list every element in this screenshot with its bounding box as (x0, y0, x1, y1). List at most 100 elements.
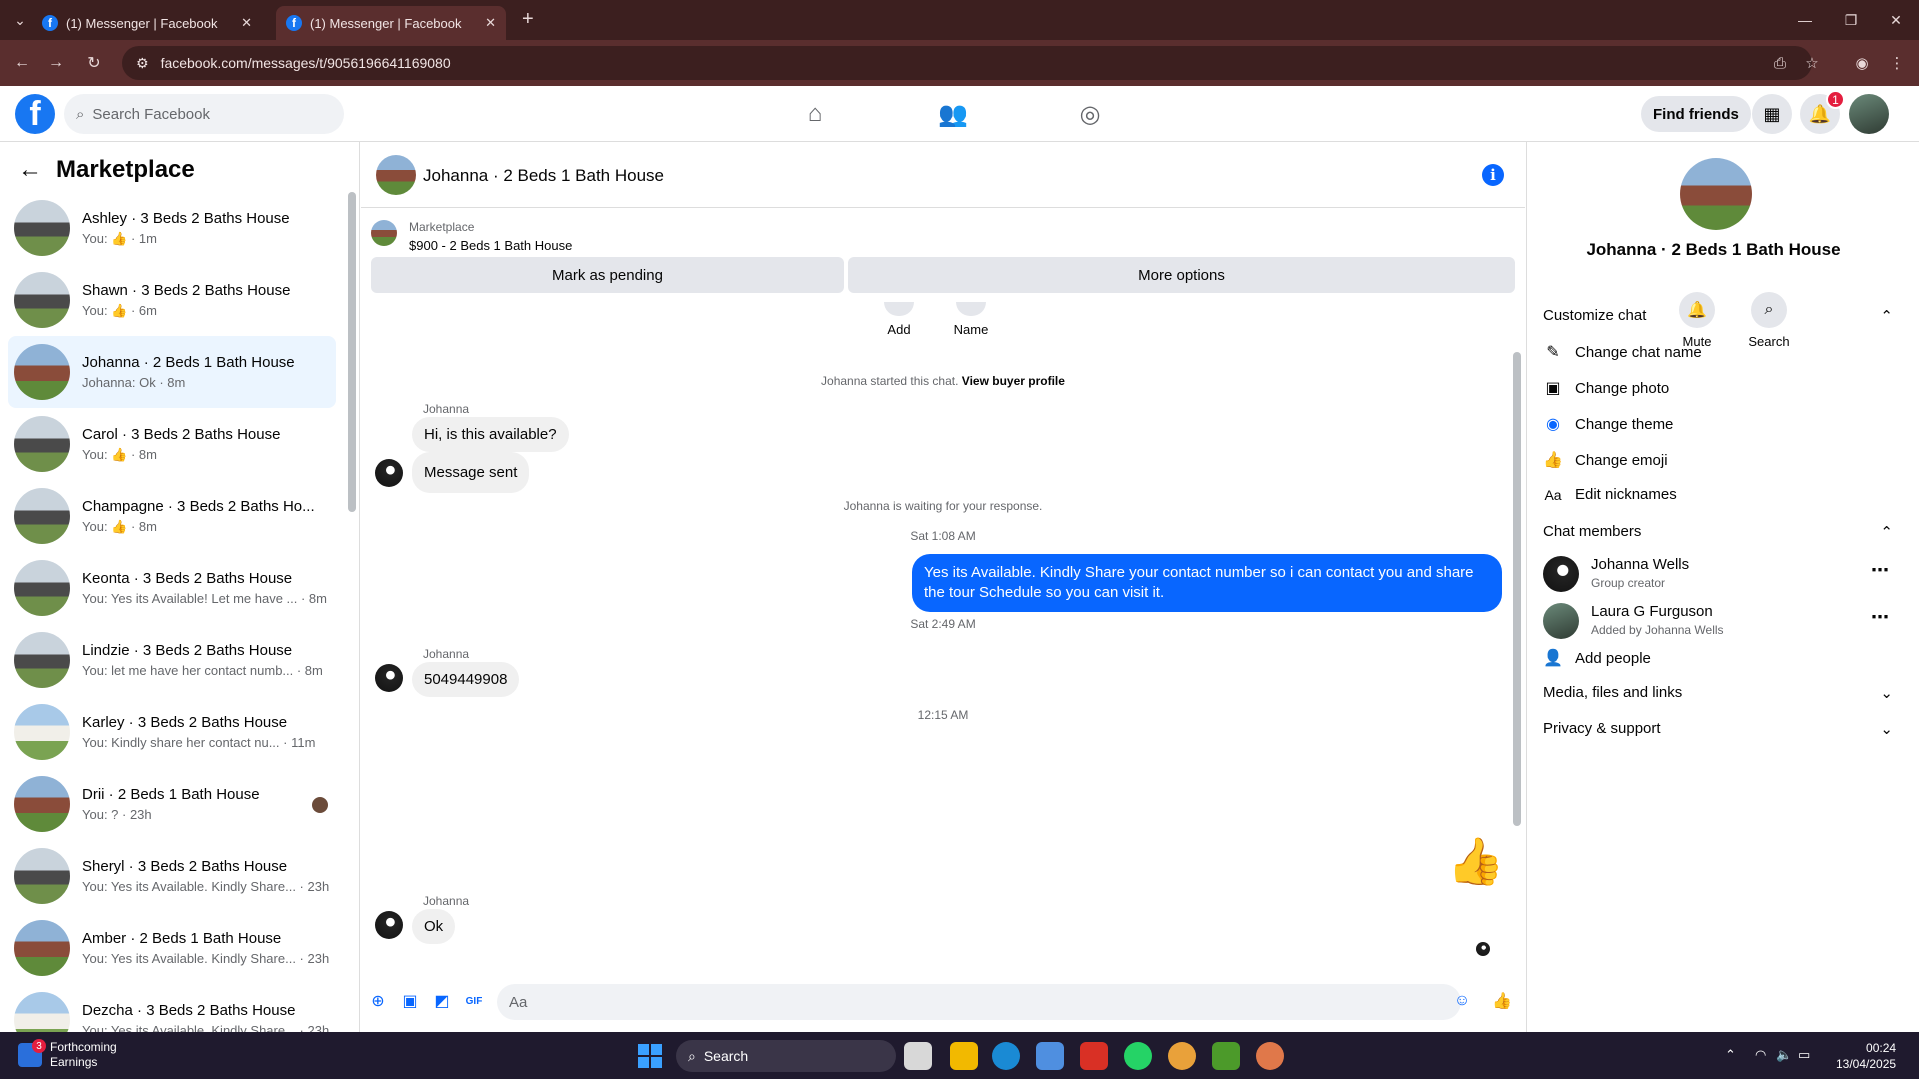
conversation-item[interactable]: Amber · 2 Beds 1 Bath House You: Yes its … (8, 912, 336, 984)
windows-start-icon[interactable] (638, 1044, 662, 1068)
edge-icon[interactable] (992, 1042, 1020, 1070)
conversation-item[interactable]: Drii · 2 Beds 1 Bath House You: ? · 23h (8, 768, 336, 840)
clock[interactable]: 00:24 13/04/2025 (1836, 1040, 1896, 1072)
sender-avatar[interactable] (375, 664, 403, 692)
conversation-item[interactable]: Ashley · 3 Beds 2 Baths House You: 👍 · 1m (8, 192, 336, 264)
groups-icon[interactable]: ◎ (1070, 94, 1110, 134)
more-options-button[interactable]: More options (848, 257, 1515, 293)
change-emoji-item[interactable]: 👍 Change emoji (1543, 450, 1668, 470)
customize-chat-section[interactable]: Customize chat ⌃ (1543, 307, 1893, 325)
outgoing-message[interactable]: Yes its Available. Kindly Share your con… (912, 554, 1502, 612)
conversation-item[interactable]: Johanna · 2 Beds 1 Bath House Johanna: Ok… (8, 336, 336, 408)
listing-price[interactable]: $900 - 2 Beds 1 Bath House (409, 238, 572, 253)
volume-icon[interactable]: 🔈 (1776, 1047, 1792, 1063)
taskbar-search[interactable]: ⌕ Search (676, 1040, 896, 1072)
friends-icon[interactable]: 👥 (933, 94, 973, 134)
conversation-item[interactable]: Keonta · 3 Beds 2 Baths House You: Yes it… (8, 552, 336, 624)
url-field[interactable]: ⚙ facebook.com/messages/t/90561966411690… (122, 46, 1812, 80)
forward-icon[interactable]: → (44, 51, 68, 75)
name-action[interactable]: Name (941, 302, 1001, 337)
media-app-icon[interactable] (1080, 1042, 1108, 1070)
attach-photo-icon[interactable]: ▣ (399, 990, 421, 1012)
wifi-icon[interactable]: ◠ (1755, 1047, 1766, 1063)
message-input[interactable]: Aa (497, 984, 1461, 1020)
thumbs-up-sticker-icon[interactable]: 👍 (1447, 834, 1504, 889)
tab-list-icon[interactable]: ⌄ (8, 8, 32, 32)
conversation-item[interactable]: Champagne · 3 Beds 2 Baths Ho... You: 👍 ·… (8, 480, 336, 552)
pencil-icon (956, 302, 986, 316)
conversation-item[interactable]: Shawn · 3 Beds 2 Baths House You: 👍 · 6m (8, 264, 336, 336)
new-tab-icon[interactable]: + (522, 8, 534, 31)
conversation-item[interactable]: Sheryl · 3 Beds 2 Baths House You: Yes it… (8, 840, 336, 912)
change-chat-name-item[interactable]: ✎ Change chat name (1543, 342, 1701, 362)
reload-icon[interactable]: ↻ (82, 51, 106, 75)
chat-photo[interactable] (1680, 158, 1752, 230)
browser-tab-1[interactable]: f (1) Messenger | Facebook ✕ (32, 6, 262, 40)
send-like-icon[interactable]: 👍 (1491, 990, 1513, 1012)
utorrent-icon[interactable] (1212, 1042, 1240, 1070)
plus-icon[interactable]: ⊕ (367, 990, 389, 1012)
chrome-profile-icon[interactable] (1256, 1042, 1284, 1070)
widgets-button[interactable]: 3 Forthcoming Earnings (18, 1039, 117, 1070)
back-icon[interactable]: ← (10, 51, 34, 75)
incoming-message[interactable]: Message sent (412, 452, 530, 493)
incoming-message[interactable]: 5049449908 (412, 662, 520, 697)
chrome-icon[interactable] (1168, 1042, 1196, 1070)
edit-nicknames-item[interactable]: Aa Edit nicknames (1543, 486, 1676, 503)
store-icon[interactable] (1036, 1042, 1064, 1070)
whatsapp-icon[interactable] (1124, 1042, 1152, 1070)
sender-avatar[interactable] (375, 911, 403, 939)
gif-icon[interactable]: GIF (463, 990, 485, 1012)
file-explorer-icon[interactable] (950, 1042, 978, 1070)
incoming-message[interactable]: Ok (412, 909, 456, 944)
conversation-item[interactable]: Carol · 3 Beds 2 Baths House You: 👍 · 8m (8, 408, 336, 480)
browser-menu-icon[interactable]: ⋮ (1885, 51, 1909, 75)
close-window-icon[interactable]: ✕ (1873, 6, 1919, 34)
menu-grid-icon[interactable]: ▦ (1752, 94, 1792, 134)
change-theme-item[interactable]: ◉ Change theme (1543, 414, 1673, 434)
file-icon[interactable] (904, 1042, 932, 1070)
mark-as-pending-button[interactable]: Mark as pending (371, 257, 844, 293)
add-people-item[interactable]: 👤 Add people (1543, 648, 1651, 668)
close-tab-icon[interactable]: ✕ (241, 15, 252, 31)
more-options-icon[interactable]: ⋯ (1871, 607, 1889, 628)
view-buyer-profile-link[interactable]: View buyer profile (962, 374, 1065, 388)
search-facebook-input[interactable]: ⌕ Search Facebook (64, 94, 344, 134)
chat-title[interactable]: Johanna · 2 Beds 1 Bath House (423, 166, 664, 186)
member-row[interactable]: Johanna Wells Group creator ⋯ (1543, 552, 1893, 596)
sender-avatar[interactable] (375, 459, 403, 487)
restore-icon[interactable]: ❐ (1828, 6, 1874, 34)
change-photo-item[interactable]: ▣ Change photo (1543, 378, 1669, 398)
member-row[interactable]: Laura G Furguson Added by Johanna Wells … (1543, 599, 1893, 643)
install-app-icon[interactable]: ⎙ (1768, 51, 1792, 75)
browser-tab-2[interactable]: f (1) Messenger | Facebook ✕ (276, 6, 506, 40)
home-icon[interactable]: ⌂ (795, 94, 835, 134)
sticker-icon[interactable]: ◩ (431, 990, 453, 1012)
facebook-logo-icon[interactable]: f (15, 94, 55, 134)
conversation-item[interactable]: Karley · 3 Beds 2 Baths House You: Kindly… (8, 696, 336, 768)
add-action[interactable]: Add (869, 302, 929, 337)
site-info-icon[interactable]: ⚙ (136, 55, 149, 72)
listing-thumbnail[interactable] (371, 220, 397, 246)
media-files-section[interactable]: Media, files and links ⌄ (1543, 684, 1893, 702)
chat-members-section[interactable]: Chat members ⌃ (1543, 523, 1893, 541)
battery-icon[interactable]: ▭ (1798, 1047, 1810, 1063)
find-friends-button[interactable]: Find friends (1641, 96, 1751, 132)
account-avatar[interactable] (1849, 94, 1889, 134)
emoji-icon[interactable]: ☺ (1451, 990, 1473, 1012)
facebook-header: f ⌕ Search Facebook ⌂ 👥 ◎ Find friends ▦… (0, 86, 1919, 142)
back-arrow-icon[interactable]: ← (18, 156, 42, 184)
minimize-icon[interactable]: — (1782, 6, 1828, 34)
more-options-icon[interactable]: ⋯ (1871, 560, 1889, 581)
close-tab-icon[interactable]: ✕ (485, 15, 496, 31)
sidebar-scrollbar[interactable] (348, 192, 356, 512)
conversation-item[interactable]: Lindzie · 3 Beds 2 Baths House You: let m… (8, 624, 336, 696)
tray-chevron-icon[interactable]: ⌃ (1725, 1047, 1736, 1063)
bookmark-star-icon[interactable]: ☆ (1800, 51, 1824, 75)
chat-avatar[interactable] (376, 155, 416, 195)
info-icon[interactable]: i (1482, 164, 1504, 186)
incoming-message[interactable]: Hi, is this available? (412, 417, 569, 452)
profile-icon[interactable]: ◉ (1850, 51, 1874, 75)
chat-scrollbar[interactable] (1513, 352, 1521, 826)
privacy-support-section[interactable]: Privacy & support ⌄ (1543, 720, 1893, 738)
